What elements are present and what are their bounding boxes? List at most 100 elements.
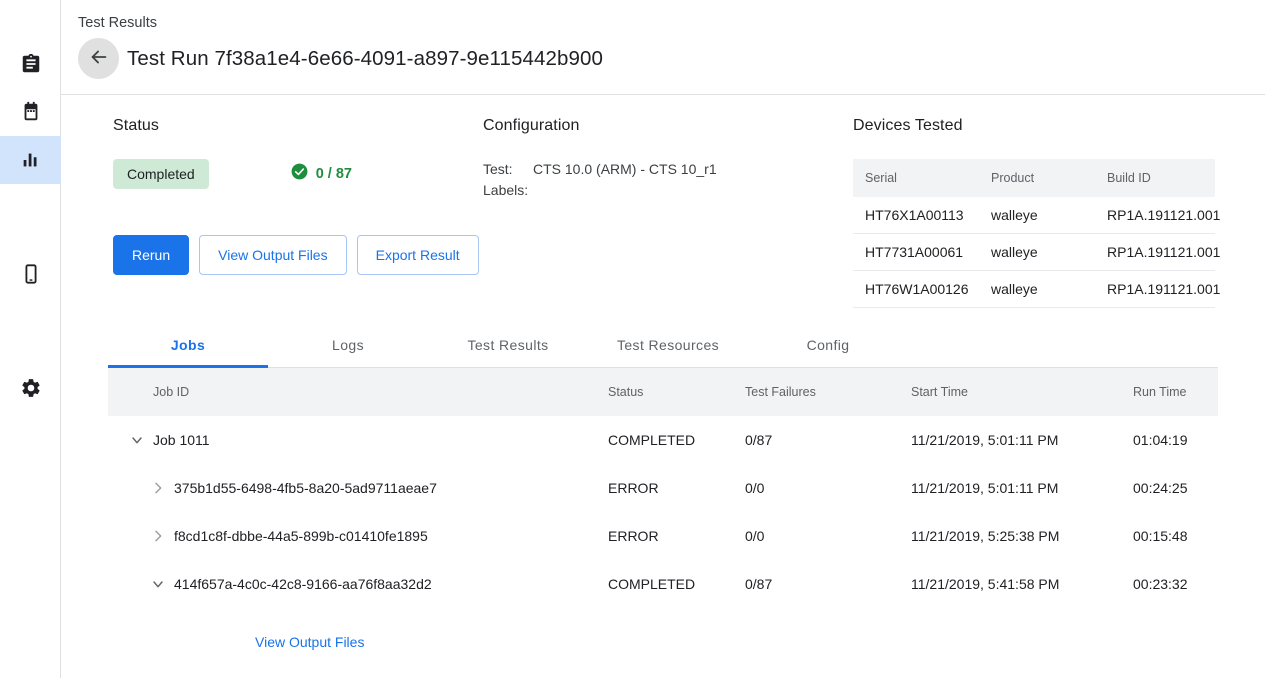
tab-config[interactable]: Config (748, 323, 908, 367)
job-id-cell: Job 1011 (108, 416, 608, 464)
device-product: walleye (991, 234, 1107, 271)
device-serial: HT76W1A00126 (853, 271, 991, 308)
job-id-cell: 414f657a-4c0c-42c8-9166-aa76f8aa32d2 (108, 560, 608, 608)
sidebar-item-test-results[interactable] (0, 136, 61, 184)
job-id-text: 375b1d55-6498-4fb5-8a20-5ad9711aeae7 (174, 480, 437, 496)
devices-header-row: Serial Product Build ID (853, 159, 1215, 197)
main-content: Test Results Test Run 7f38a1e4-6e66-4091… (61, 0, 1265, 678)
check-circle-icon (290, 162, 309, 186)
status-badge: Completed (113, 159, 209, 189)
rerun-button[interactable]: Rerun (113, 235, 189, 275)
job-id-cell: 375b1d55-6498-4fb5-8a20-5ad9711aeae7 (108, 464, 608, 512)
devices-col-product: Product (991, 159, 1107, 197)
app-root: Test Results Test Run 7f38a1e4-6e66-4091… (0, 0, 1265, 678)
job-start-time: 11/21/2019, 5:01:11 PM (911, 416, 1133, 464)
sidebar-item-devices[interactable] (0, 250, 61, 298)
table-row[interactable]: f8cd1c8f-dbbe-44a5-899b-c01410fe1895 ERR… (108, 512, 1218, 560)
device-build-id: RP1A.191121.001 (1107, 197, 1215, 234)
table-row[interactable]: 414f657a-4c0c-42c8-9166-aa76f8aa32d2 COM… (108, 560, 1218, 608)
job-status: ERROR (608, 464, 745, 512)
breadcrumb: Test Results (78, 14, 1265, 32)
devices-col-build-id: Build ID (1107, 159, 1215, 197)
export-result-button[interactable]: Export Result (357, 235, 479, 275)
jobs-col-test-failures: Test Failures (745, 368, 911, 416)
devices-table: Serial Product Build ID HT76X1A00113 wal… (853, 159, 1215, 308)
job-run-time: 00:15:48 (1133, 512, 1218, 560)
chevron-right-icon[interactable] (146, 476, 170, 500)
sidebar-item-calendar[interactable] (0, 88, 61, 136)
action-buttons: Rerun View Output Files Export Result (113, 235, 479, 275)
devices-section-title: Devices Tested (853, 117, 1215, 135)
chevron-down-icon[interactable] (125, 428, 149, 452)
configuration-section-title: Configuration (483, 117, 717, 135)
job-status: COMPLETED (608, 560, 745, 608)
bar-chart-icon (20, 149, 42, 171)
status-section-title: Status (113, 117, 352, 135)
devices-col-serial: Serial (853, 159, 991, 197)
calendar-icon (20, 101, 42, 123)
job-id-text: Job 1011 (153, 432, 210, 448)
jobs-table: Job ID Status Test Failures Start Time R… (108, 368, 1218, 608)
device-product: walleye (991, 197, 1107, 234)
job-run-time: 00:24:25 (1133, 464, 1218, 512)
job-id-cell: f8cd1c8f-dbbe-44a5-899b-c01410fe1895 (108, 512, 608, 560)
job-start-time: 11/21/2019, 5:01:11 PM (911, 464, 1133, 512)
device-serial: HT7731A00061 (853, 234, 991, 271)
job-id-text: 414f657a-4c0c-42c8-9166-aa76f8aa32d2 (174, 576, 432, 592)
view-output-files-button[interactable]: View Output Files (199, 235, 346, 275)
job-test-failures: 0/0 (745, 464, 911, 512)
job-id-text: f8cd1c8f-dbbe-44a5-899b-c01410fe1895 (174, 528, 428, 544)
tabs-container: Jobs Logs Test Results Test Resources Co… (108, 323, 1218, 368)
job-test-failures: 0/87 (745, 416, 911, 464)
table-row: HT76W1A00126 walleye RP1A.191121.001 (853, 271, 1215, 308)
status-row: Completed 0 / 87 (113, 159, 352, 189)
tab-logs[interactable]: Logs (268, 323, 428, 367)
config-row-test: Test: CTS 10.0 (ARM) - CTS 10_r1 (483, 159, 717, 180)
page-header: Test Results Test Run 7f38a1e4-6e66-4091… (61, 0, 1265, 95)
back-button[interactable] (78, 38, 119, 79)
view-output-files-link[interactable]: View Output Files (255, 634, 364, 650)
job-start-time: 11/21/2019, 5:41:58 PM (911, 560, 1133, 608)
tabs: Jobs Logs Test Results Test Resources Co… (108, 323, 1218, 368)
job-status: ERROR (608, 512, 745, 560)
jobs-col-start-time: Start Time (911, 368, 1133, 416)
page-title: Test Run 7f38a1e4-6e66-4091-a897-9e11544… (127, 47, 603, 71)
test-counts: 0 / 87 (290, 162, 352, 186)
jobs-col-run-time: Run Time (1133, 368, 1218, 416)
job-run-time: 01:04:19 (1133, 416, 1218, 464)
table-row: HT76X1A00113 walleye RP1A.191121.001 (853, 197, 1215, 234)
jobs-col-status: Status (608, 368, 745, 416)
clipboard-icon (20, 53, 42, 75)
summary-section: Status Completed 0 / 87 (61, 95, 1265, 323)
config-value: CTS 10.0 (ARM) - CTS 10_r1 (533, 159, 717, 180)
config-key: Labels: (483, 180, 533, 201)
job-run-time: 00:23:32 (1133, 560, 1218, 608)
job-status: COMPLETED (608, 416, 745, 464)
chevron-right-icon[interactable] (146, 524, 170, 548)
device-product: walleye (991, 271, 1107, 308)
tab-test-resources[interactable]: Test Resources (588, 323, 748, 367)
job-test-failures: 0/0 (745, 512, 911, 560)
configuration-column: Configuration Test: CTS 10.0 (ARM) - CTS… (483, 117, 717, 201)
jobs-footer: View Output Files (255, 634, 1265, 652)
table-row[interactable]: Job 1011 COMPLETED 0/87 11/21/2019, 5:01… (108, 416, 1218, 464)
sidebar-item-clipboard[interactable] (0, 40, 61, 88)
devices-table-head: Serial Product Build ID (853, 159, 1215, 197)
chevron-down-icon[interactable] (146, 572, 170, 596)
config-row-labels: Labels: (483, 180, 717, 201)
sidebar-item-settings[interactable] (0, 364, 61, 412)
sidebar (0, 0, 61, 678)
tab-jobs[interactable]: Jobs (108, 323, 268, 367)
table-row: HT7731A00061 walleye RP1A.191121.001 (853, 234, 1215, 271)
device-build-id: RP1A.191121.001 (1107, 234, 1215, 271)
jobs-table-head: Job ID Status Test Failures Start Time R… (108, 368, 1218, 416)
status-column: Status Completed 0 / 87 (113, 117, 352, 189)
jobs-table-body: Job 1011 COMPLETED 0/87 11/21/2019, 5:01… (108, 416, 1218, 608)
table-row[interactable]: 375b1d55-6498-4fb5-8a20-5ad9711aeae7 ERR… (108, 464, 1218, 512)
job-test-failures: 0/87 (745, 560, 911, 608)
tab-test-results[interactable]: Test Results (428, 323, 588, 367)
devices-table-body: HT76X1A00113 walleye RP1A.191121.001 HT7… (853, 197, 1215, 308)
config-key: Test: (483, 159, 533, 180)
arrow-left-icon (88, 46, 110, 71)
job-start-time: 11/21/2019, 5:25:38 PM (911, 512, 1133, 560)
